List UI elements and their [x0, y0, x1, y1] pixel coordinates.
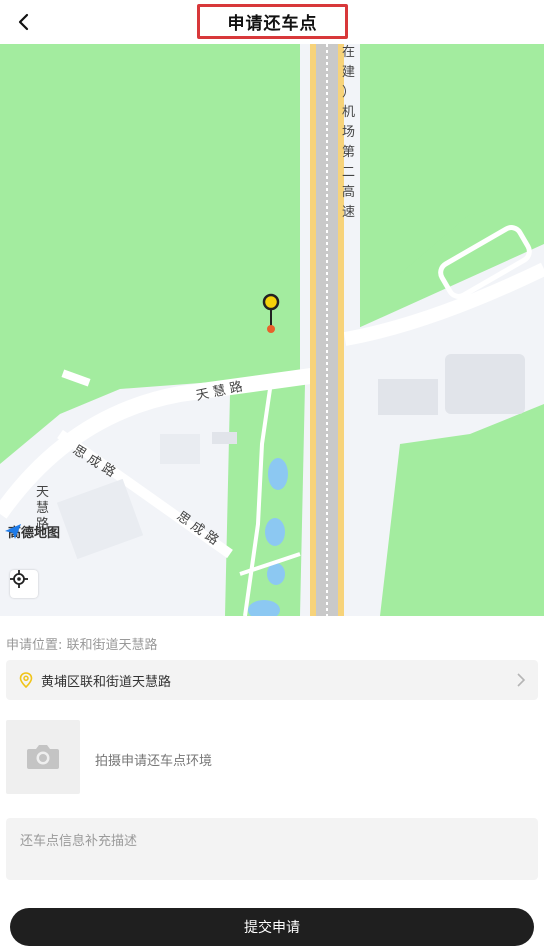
road-label-char: 慧: [36, 500, 49, 516]
address-selector[interactable]: 黄埔区联和街道天慧路: [6, 660, 538, 700]
address-text: 黄埔区联和街道天慧路: [41, 674, 172, 690]
road-label-expressway: 在建 ） 机场第二高速: [342, 45, 355, 220]
description-textarea[interactable]: 还车点信息补充描述: [6, 818, 538, 880]
road-label-char: 二: [342, 165, 355, 180]
road-label-char: 天: [36, 485, 49, 500]
page-title: 申请还车点: [227, 14, 318, 34]
road-label-char: 场: [342, 125, 355, 140]
road-label-char: 机: [342, 105, 355, 120]
camera-icon: [27, 745, 59, 769]
chevron-right-icon: [517, 673, 526, 687]
crosshair-icon: [10, 570, 28, 588]
road-label-char: ）: [342, 85, 355, 100]
road-label-char: 在: [342, 45, 355, 60]
map-view[interactable]: 天 慧 路 思 成 路 思 成 路 在建）机场第二高速 天慧路 高德地图: [0, 44, 544, 616]
title-highlight-box: 申请还车点: [197, 4, 348, 39]
road-label-char: 建: [342, 65, 355, 80]
location-label: 申请位置: 联和街道天慧路: [6, 638, 158, 653]
location-pin-icon: [262, 293, 280, 333]
road-label-char: 高: [342, 184, 355, 200]
road-label-char: 第: [342, 145, 355, 160]
submit-button[interactable]: 提交申请: [10, 908, 534, 946]
back-arrow-icon[interactable]: [14, 12, 34, 32]
locate-me-button[interactable]: [10, 570, 38, 598]
road-label-char: 速: [342, 205, 355, 220]
photo-hint: 拍摄申请还车点环境: [95, 754, 213, 769]
amap-logo: 高德地图: [4, 522, 60, 541]
map-canvas: 天 慧 路 思 成 路 思 成 路 在建）机场第二高速 天慧路: [0, 44, 544, 616]
amap-arrow-icon: [5, 524, 21, 539]
photo-upload-button[interactable]: [6, 720, 80, 794]
map-pin-icon: [19, 672, 33, 688]
nav-bar: 申请还车点: [0, 0, 544, 44]
